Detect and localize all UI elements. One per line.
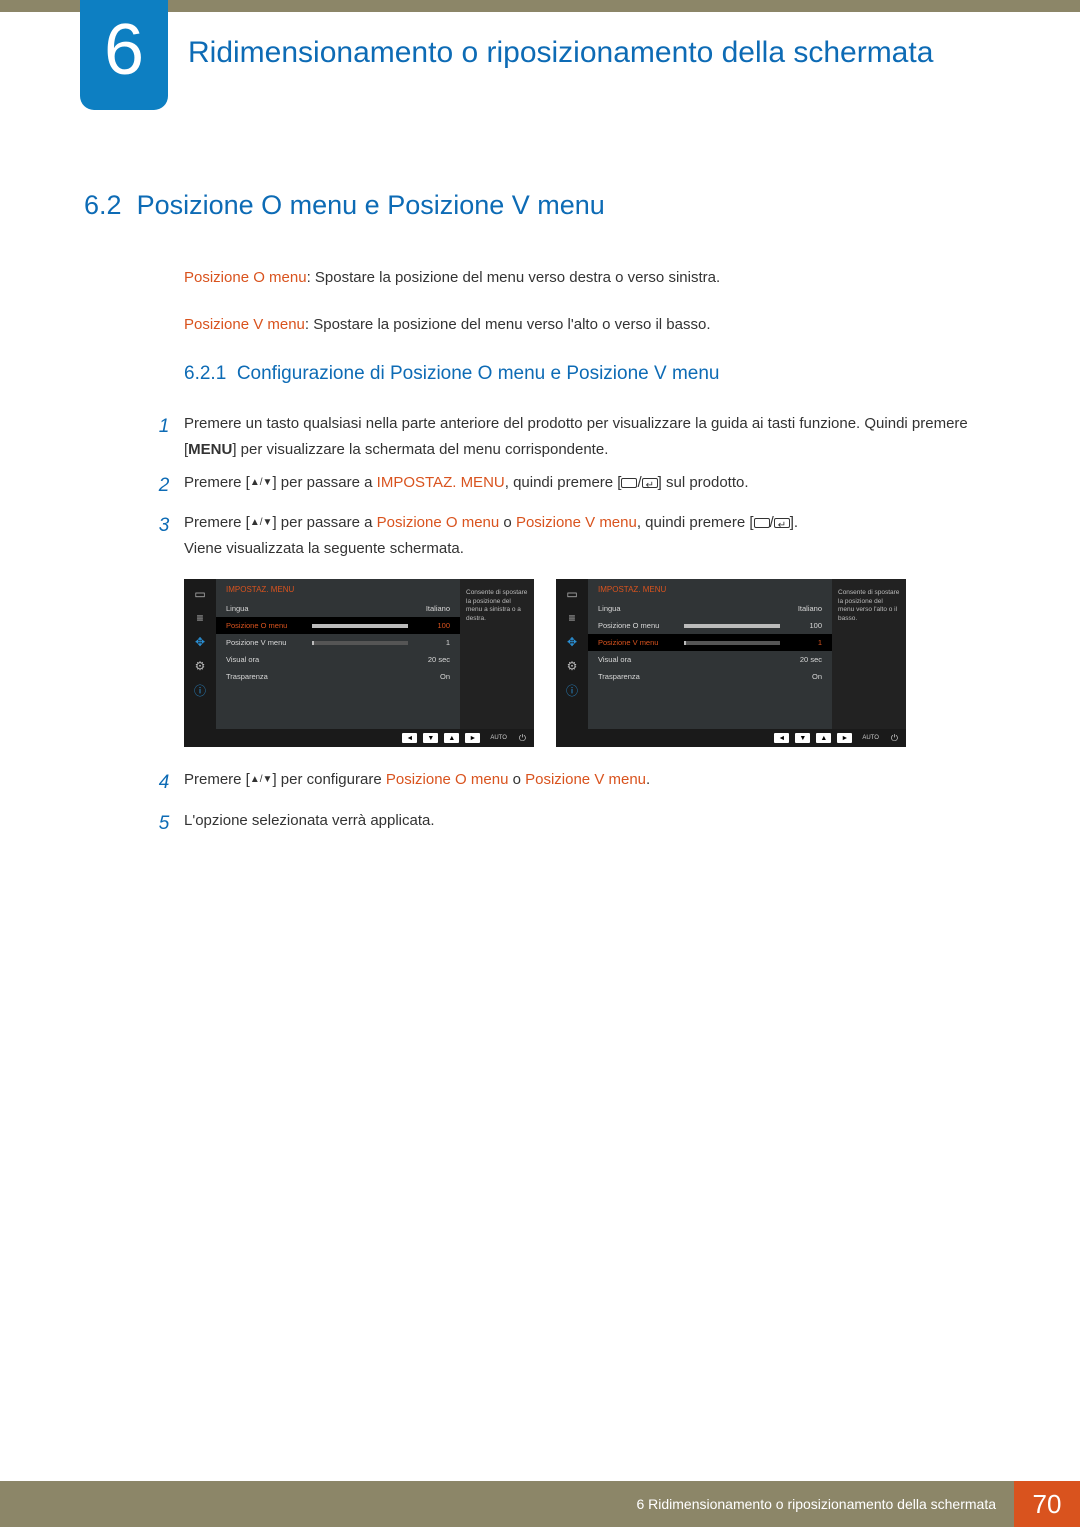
power-icon: ⏻ [519,733,526,744]
right-arrow-icon: ► [837,733,852,743]
steps-list: 1 Premere un tasto qualsiasi nella parte… [144,411,996,561]
list-icon: ≡ [562,609,582,627]
left-arrow-icon: ◄ [774,733,789,743]
step-3: 3 Premere [▲/▼] per passare a Posizione … [144,510,996,561]
step-text: Premere [▲/▼] per configurare Posizione … [184,767,996,799]
step-text: Premere un tasto qualsiasi nella parte a… [184,411,996,462]
osd-row-visual-ora: Visual ora20 sec [588,651,832,668]
section-title: 6.2 Posizione O menu e Posizione V menu [84,190,996,221]
step-text: Premere [▲/▼] per passare a Posizione O … [184,510,996,561]
osd-row-visual-ora: Visual ora20 sec [216,651,460,668]
chapter-number: 6 [104,14,144,96]
page-content: 6.2 Posizione O menu e Posizione V menu … [84,190,996,848]
slider [684,641,780,645]
osd-row-pos-o: Posizione O menu100 [588,617,832,634]
auto-label: AUTO [490,735,507,741]
source-icon [754,518,770,528]
up-arrow-icon: ▲ [444,733,459,743]
gear-icon: ⚙ [190,657,210,675]
desc-text: : Spostare la posizione del menu verso d… [307,269,721,286]
osd-row-trasparenza: TrasparenzaOn [588,668,832,685]
desc-text: : Spostare la posizione del menu verso l… [305,316,711,333]
osd-footer: ◄ ▼ ▲ ► AUTO ⏻ [184,729,534,747]
osd-sidebar: ▭ ≡ ✥ ⚙ ⓘ [556,579,588,729]
highlight: Posizione V menu [525,771,646,788]
gear-icon: ⚙ [562,657,582,675]
highlight: Posizione O menu [377,514,500,531]
osd-row-lingua: LinguaItaliano [216,600,460,617]
osd-row-pos-o-selected: Posizione O menu100 [216,617,460,634]
osd-row-lingua: LinguaItaliano [588,600,832,617]
enter-icon [774,518,790,528]
up-down-arrow-icon: ▲/▼ [250,478,273,488]
chapter-title: Ridimensionamento o riposizionamento del… [188,34,1020,72]
subsection-name: Configurazione di Posizione O menu e Pos… [237,363,720,384]
osd-main-panel: IMPOSTAZ. MENU LinguaItaliano Posizione … [216,579,460,729]
step-number: 1 [144,411,184,462]
step-1: 1 Premere un tasto qualsiasi nella parte… [144,411,996,462]
down-arrow-icon: ▼ [423,733,438,743]
osd-footer: ◄ ▼ ▲ ► AUTO ⏻ [556,729,906,747]
step-text: Premere [▲/▼] per passare a IMPOSTAZ. ME… [184,470,996,502]
highlight: IMPOSTAZ. MENU [377,474,505,491]
down-arrow-icon: ▼ [795,733,810,743]
desc-label: Posizione O menu [184,269,307,286]
picture-icon: ▭ [562,585,582,603]
osd-info-panel: Consente di spostare la posizione del me… [460,579,534,729]
section-name: Posizione O menu e Posizione V menu [137,190,605,220]
slider [312,624,408,628]
picture-icon: ▭ [190,585,210,603]
up-down-arrow-icon: ▲/▼ [250,775,273,785]
slider [312,641,408,645]
osd-main-panel: IMPOSTAZ. MENU LinguaItaliano Posizione … [588,579,832,729]
info-icon: ⓘ [190,681,210,699]
position-icon: ✥ [562,633,582,651]
slider [684,624,780,628]
left-arrow-icon: ◄ [402,733,417,743]
enter-icon [642,478,658,488]
page-footer: 6 Ridimensionamento o riposizionamento d… [0,1481,1080,1527]
section-number: 6.2 [84,190,122,220]
footer-page-number: 70 [1014,1481,1080,1527]
step-4: 4 Premere [▲/▼] per configurare Posizion… [144,767,996,799]
step-number: 3 [144,510,184,561]
up-down-arrow-icon: ▲/▼ [250,518,273,528]
osd-header: IMPOSTAZ. MENU [588,579,832,600]
description-line-1: Posizione O menu: Spostare la posizione … [184,269,996,286]
step-number: 2 [144,470,184,502]
subsection-number: 6.2.1 [184,363,226,384]
desc-label: Posizione V menu [184,316,305,333]
footer-text: 6 Ridimensionamento o riposizionamento d… [0,1481,1014,1527]
highlight: Posizione V menu [516,514,637,531]
osd-menu-1: ▭ ≡ ✥ ⚙ ⓘ IMPOSTAZ. MENU LinguaItaliano … [184,579,534,747]
auto-label: AUTO [862,735,879,741]
osd-screenshots: ▭ ≡ ✥ ⚙ ⓘ IMPOSTAZ. MENU LinguaItaliano … [184,579,996,747]
osd-menu-2: ▭ ≡ ✥ ⚙ ⓘ IMPOSTAZ. MENU LinguaItaliano … [556,579,906,747]
step-number: 4 [144,767,184,799]
osd-row-pos-v: Posizione V menu1 [216,634,460,651]
info-icon: ⓘ [562,681,582,699]
step-5: 5 L'opzione selezionata verrà applicata. [144,808,996,840]
osd-sidebar: ▭ ≡ ✥ ⚙ ⓘ [184,579,216,729]
highlight: Posizione O menu [386,771,509,788]
up-arrow-icon: ▲ [816,733,831,743]
chapter-number-tab: 6 [80,0,168,110]
step-2: 2 Premere [▲/▼] per passare a IMPOSTAZ. … [144,470,996,502]
position-icon: ✥ [190,633,210,651]
menu-key-label: MENU [188,441,232,458]
osd-header: IMPOSTAZ. MENU [216,579,460,600]
osd-row-pos-v-selected: Posizione V menu1 [588,634,832,651]
list-icon: ≡ [190,609,210,627]
description-line-2: Posizione V menu: Spostare la posizione … [184,316,996,333]
right-arrow-icon: ► [465,733,480,743]
step-text: L'opzione selezionata verrà applicata. [184,808,996,840]
osd-row-trasparenza: TrasparenzaOn [216,668,460,685]
source-icon [621,478,637,488]
osd-info-panel: Consente di spostare la posizione del me… [832,579,906,729]
step-number: 5 [144,808,184,840]
power-icon: ⏻ [891,733,898,744]
subsection-title: 6.2.1 Configurazione di Posizione O menu… [184,363,996,385]
steps-list-cont: 4 Premere [▲/▼] per configurare Posizion… [144,767,996,840]
